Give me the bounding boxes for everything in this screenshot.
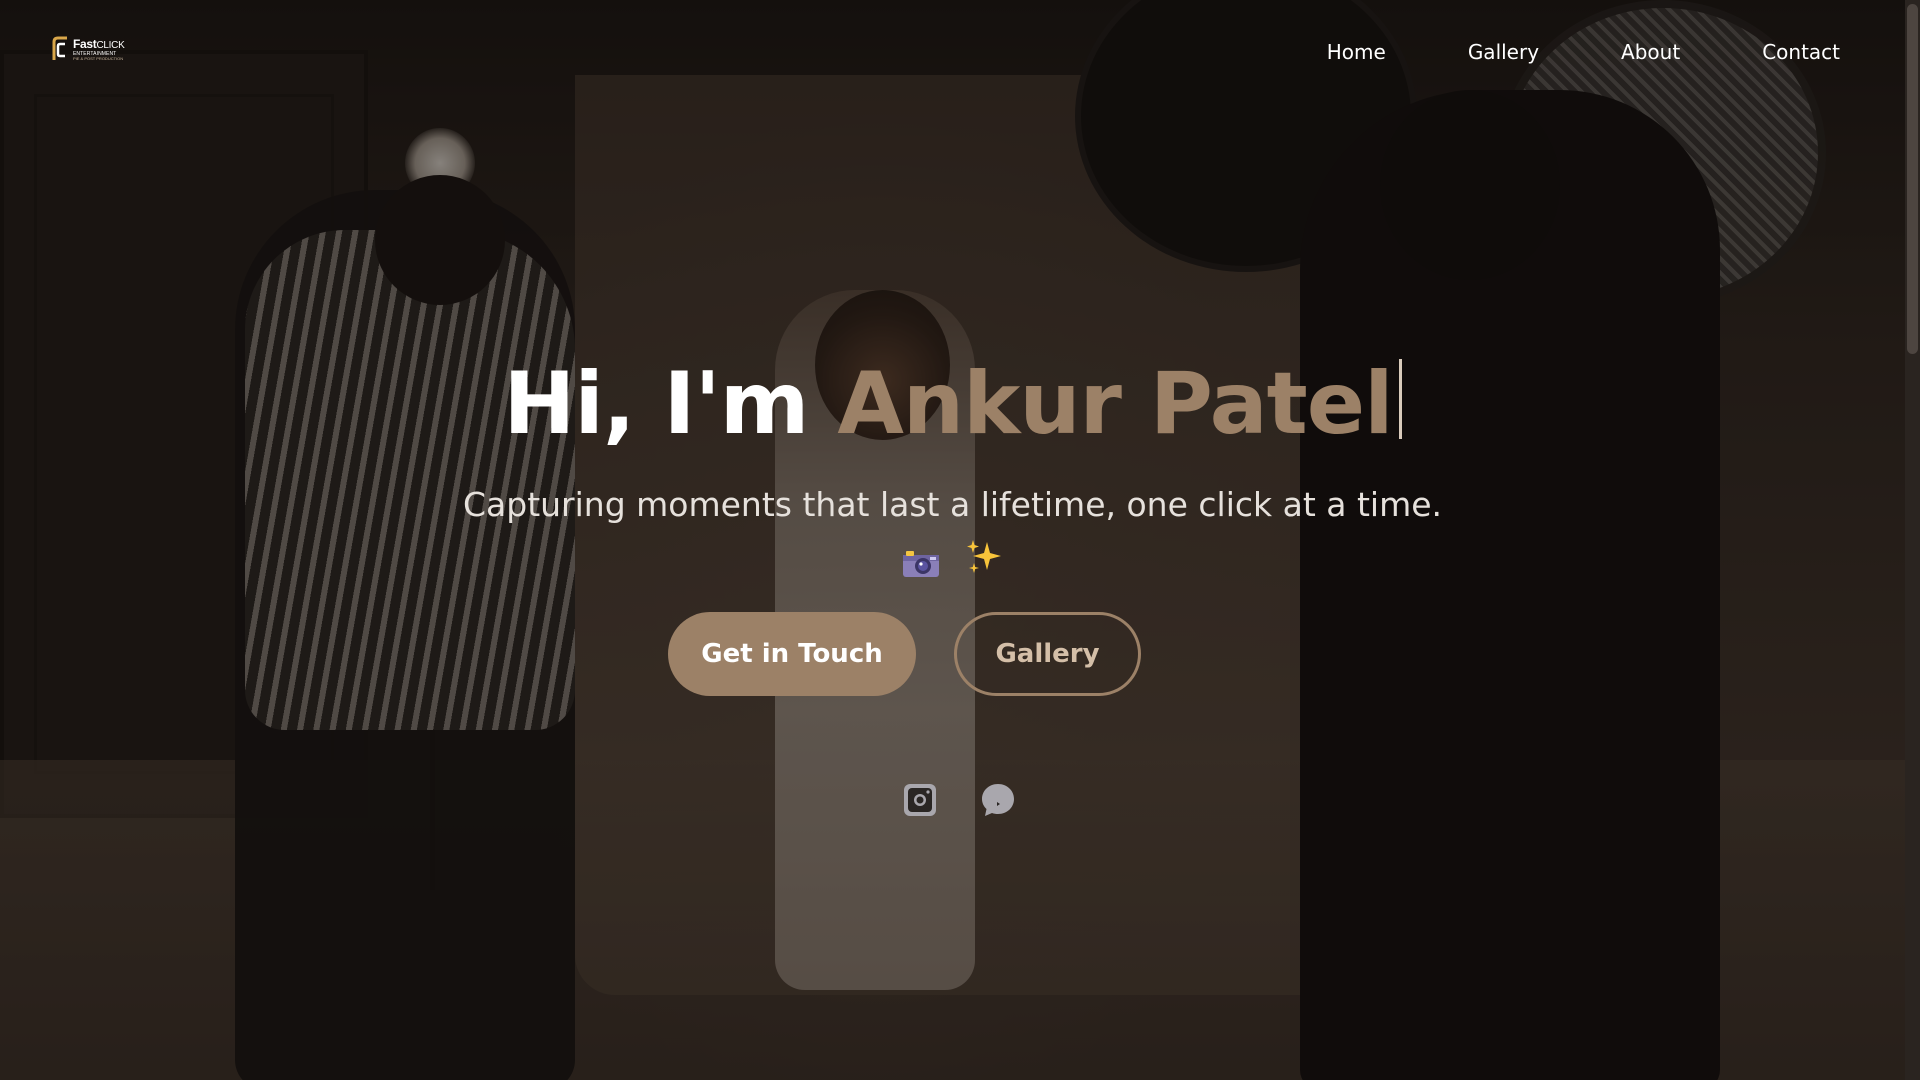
nav-gallery[interactable]: Gallery [1468, 36, 1539, 68]
hero-background: FastCLICK ENTERTAINMENT PIE & POST PRODU… [0, 0, 1920, 1080]
hero-section: Hi, I'm Ankur Patel Capturing moments th… [0, 0, 1920, 1080]
chat-bubble-icon[interactable] [980, 782, 1016, 818]
hero-title: Hi, I'm Ankur Patel [0, 348, 1905, 460]
hero-buttons: Get in Touch Gallery [0, 612, 1905, 696]
nav-home[interactable]: Home [1327, 36, 1386, 68]
hero-tagline: Capturing moments that last a lifetime, … [462, 485, 1443, 524]
hero-name: Ankur Patel [837, 354, 1393, 454]
nav-contact[interactable]: Contact [1762, 36, 1840, 68]
instagram-icon[interactable] [902, 782, 938, 818]
logo-tagline: PIE & POST PRODUCTION [73, 55, 124, 61]
scrollbar-thumb[interactable] [1907, 4, 1918, 354]
logo-brand: FastCLICK [73, 36, 125, 51]
hero-greeting: Hi, I'm [503, 354, 838, 454]
camera-with-flash-icon [902, 542, 940, 577]
get-in-touch-button[interactable]: Get in Touch [668, 612, 916, 696]
nav-links: Home Gallery About Contact [1327, 36, 1840, 68]
logo[interactable]: FastCLICK ENTERTAINMENT PIE & POST PRODU… [52, 32, 126, 66]
logo-brand-light: CLICK [96, 39, 125, 51]
gallery-button[interactable]: Gallery [954, 612, 1141, 696]
nav-about[interactable]: About [1621, 36, 1680, 68]
logo-text: FastCLICK ENTERTAINMENT PIE & POST PRODU… [73, 36, 125, 61]
social-links [6, 782, 1911, 818]
typing-cursor [1398, 359, 1402, 439]
hero-emoji [0, 530, 1905, 580]
navbar: FastCLICK ENTERTAINMENT PIE & POST PRODU… [0, 0, 1920, 104]
logo-mark-icon [52, 35, 70, 63]
scrollbar[interactable] [1905, 0, 1920, 1080]
logo-brand-bold: Fast [73, 36, 97, 51]
sparkles-icon [965, 538, 1003, 576]
